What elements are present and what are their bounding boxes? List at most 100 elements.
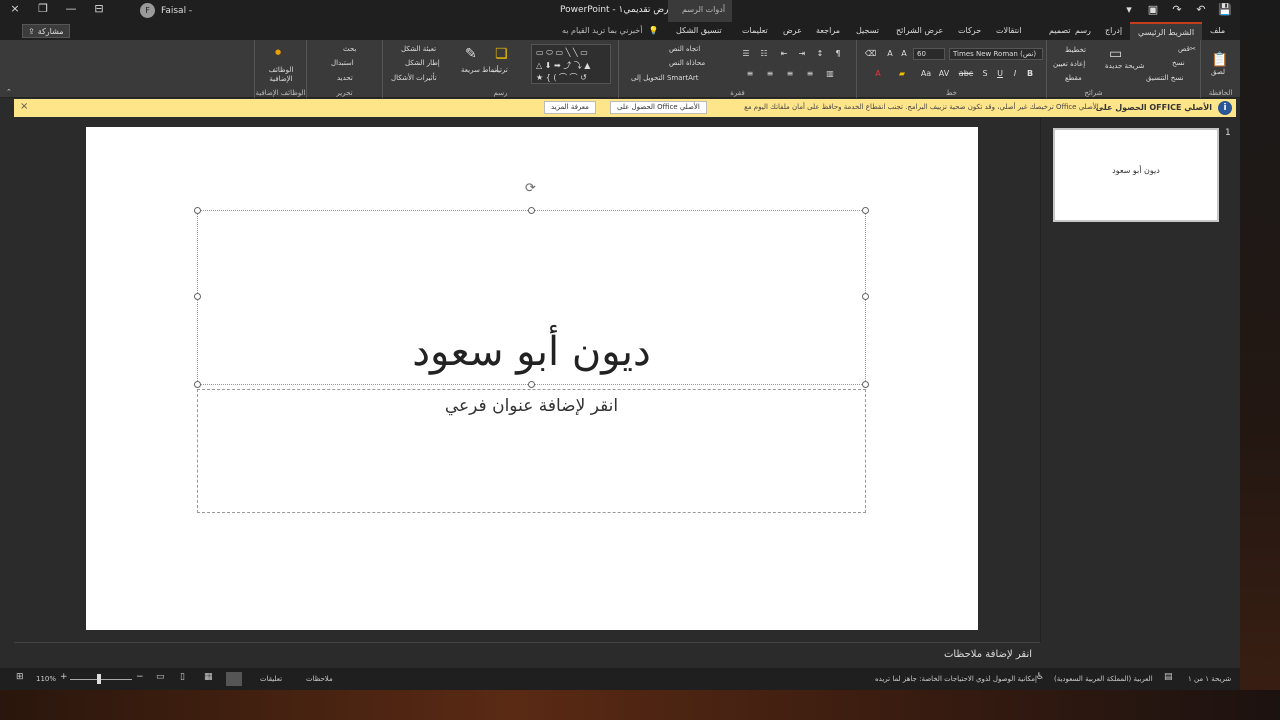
zoom-slider-thumb[interactable]	[97, 674, 101, 684]
shape-effects-button[interactable]: تأثيرات الأشكال	[391, 74, 437, 82]
get-genuine-office-button[interactable]: الحصول على Office الأصلي	[610, 101, 707, 114]
tab-draw[interactable]: رسم	[1075, 26, 1091, 35]
learn-more-button[interactable]: معرفة المزيد	[544, 101, 596, 114]
notes-toggle-button[interactable]: ملاحظات	[306, 675, 333, 683]
rotate-handle-icon[interactable]: ⟳	[525, 181, 536, 196]
select-button[interactable]: تحديد	[337, 74, 353, 82]
paste-button[interactable]: لصق	[1211, 68, 1225, 76]
highlight-color-icon[interactable]: ▰	[897, 69, 907, 79]
bullets-icon[interactable]: ☰	[741, 49, 751, 59]
new-slide-button[interactable]: شريحة جديدة	[1105, 62, 1144, 70]
ribbon-display-options-icon[interactable]: ⊟	[92, 2, 106, 15]
subtitle-placeholder[interactable]: انقر لإضافة عنوان فرعي	[197, 389, 866, 513]
numbering-icon[interactable]: ☷	[759, 49, 769, 59]
zoom-level[interactable]: 110%	[36, 675, 56, 683]
slide-thumbnail[interactable]: ديون أبو سعود	[1053, 128, 1219, 222]
grow-font-button[interactable]: A	[899, 49, 909, 59]
reset-button[interactable]: إعادة تعيين	[1053, 60, 1085, 68]
decrease-indent-icon[interactable]: ⇤	[779, 49, 789, 59]
language-indicator[interactable]: العربية (المملكة العربية السعودية)	[1054, 675, 1153, 683]
zoom-slider-track[interactable]	[70, 679, 132, 680]
user-account[interactable]: F Faisal -	[140, 3, 192, 18]
shapes-gallery[interactable]: ▭ ⬭ ▭ ╲ ╲ ▭ △ ⬇ ➡ ⤴ ⤵ ▲ ★ { ( ⌒ ⌒ ↺	[531, 44, 611, 84]
italic-button[interactable]: I	[1010, 69, 1020, 79]
resize-handle-bottom-right[interactable]	[862, 381, 869, 388]
justify-icon[interactable]: ≡	[805, 69, 815, 79]
customize-qat-icon[interactable]: ▾	[1122, 3, 1136, 16]
collapse-ribbon-icon[interactable]: ⌃	[6, 88, 12, 96]
shadow-button[interactable]: S	[980, 69, 990, 79]
find-button[interactable]: بحث	[343, 45, 356, 53]
restore-window-button[interactable]: ❐	[36, 2, 50, 15]
underline-button[interactable]: U	[995, 69, 1005, 79]
tab-shape-format[interactable]: تنسيق الشكل	[676, 26, 722, 35]
shrink-font-button[interactable]: A	[885, 49, 895, 59]
resize-handle-bottom-left[interactable]	[194, 381, 201, 388]
tab-slideshow[interactable]: عرض الشرائح	[896, 26, 943, 35]
slide-title[interactable]: ديون أبو سعود	[198, 329, 865, 375]
tab-view[interactable]: عرض	[783, 26, 802, 35]
shape-arrows-icon[interactable]: △ ⬇ ➡ ⤴ ⤵ ▲	[536, 60, 590, 71]
slideshow-view-icon[interactable]: ▭	[156, 672, 165, 682]
spelling-icon[interactable]: ▤	[1164, 672, 1173, 682]
share-button[interactable]: ⇪ مشاركة	[22, 24, 70, 38]
change-case-button[interactable]: Aa	[919, 69, 933, 79]
line-spacing-icon[interactable]: ↕	[815, 49, 825, 59]
tab-animations[interactable]: حركات	[958, 26, 981, 35]
reading-view-icon[interactable]: ▯	[180, 672, 185, 682]
addins-button[interactable]: الوظائف الإضافية	[261, 66, 301, 84]
align-center-icon[interactable]: ≡	[765, 69, 775, 79]
layout-button[interactable]: تخطيط	[1065, 46, 1086, 54]
align-left-icon[interactable]: ≡	[745, 69, 755, 79]
resize-handle-bottom-center[interactable]	[528, 381, 535, 388]
resize-handle-middle-left[interactable]	[194, 293, 201, 300]
copy-button[interactable]: نسخ	[1172, 59, 1185, 67]
cut-button[interactable]: قص	[1178, 45, 1190, 53]
resize-handle-top-right[interactable]	[862, 207, 869, 214]
tab-insert[interactable]: إدراج	[1105, 26, 1122, 35]
font-size-select[interactable]: 60	[913, 48, 945, 60]
tab-review[interactable]: مراجعة	[816, 26, 840, 35]
tab-file[interactable]: ملف	[1210, 26, 1225, 35]
columns-icon[interactable]: ▥	[825, 69, 835, 79]
tab-home[interactable]: الشريط الرئيسي	[1130, 22, 1203, 40]
comments-button[interactable]: تعليقات	[260, 675, 282, 683]
tell-me-search[interactable]: 💡 أخبرني بما تريد القيام به	[562, 26, 658, 35]
notes-pane[interactable]: انقر لإضافة ملاحظات	[14, 642, 1040, 668]
quick-styles-button[interactable]: أنماط سريعة	[461, 66, 499, 74]
format-painter-button[interactable]: نسخ التنسيق	[1146, 74, 1183, 82]
font-name-select[interactable]: Times New Roman (نص)	[949, 48, 1043, 60]
undo-icon[interactable]: ↶	[1194, 3, 1208, 16]
zoom-in-button[interactable]: +	[60, 672, 68, 682]
subtitle-text[interactable]: انقر لإضافة عنوان فرعي	[198, 396, 865, 416]
section-button[interactable]: مقطع	[1065, 74, 1082, 82]
clear-formatting-icon[interactable]: ⌫	[865, 49, 876, 59]
replace-button[interactable]: استبدال	[331, 59, 354, 67]
paste-icon[interactable]: 📋	[1211, 52, 1228, 68]
title-placeholder[interactable]: ديون أبو سعود	[197, 210, 866, 385]
normal-view-button[interactable]	[226, 672, 242, 686]
accessibility-status[interactable]: إمكانية الوصول لذوي الاحتياجات الخاصة: ج…	[875, 675, 1037, 683]
minimize-window-button[interactable]: —	[64, 2, 78, 15]
align-text-button[interactable]: محاذاة النص	[669, 59, 705, 67]
shape-rectangle-icon[interactable]: ▭ ⬭ ▭ ╲ ╲ ▭	[536, 48, 588, 58]
resize-handle-middle-right[interactable]	[862, 293, 869, 300]
slide-sorter-icon[interactable]: ▦	[204, 672, 213, 682]
zoom-out-button[interactable]: −	[136, 672, 144, 682]
convert-smartart-button[interactable]: التحويل إلى SmartArt	[631, 74, 699, 82]
increase-indent-icon[interactable]: ⇥	[797, 49, 807, 59]
strikethrough-button[interactable]: abc	[957, 69, 975, 79]
tab-transitions[interactable]: انتقالات	[996, 26, 1021, 35]
text-direction-button[interactable]: اتجاه النص	[669, 45, 700, 53]
align-right-icon[interactable]: ≡	[785, 69, 795, 79]
resize-handle-top-left[interactable]	[194, 207, 201, 214]
shape-stars-icon[interactable]: ★ { ( ⌒ ⌒ ↺	[536, 72, 587, 83]
present-icon[interactable]: ▣	[1146, 3, 1160, 16]
character-spacing-button[interactable]: AV	[937, 69, 951, 79]
redo-icon[interactable]: ↷	[1170, 3, 1184, 16]
tab-help[interactable]: تعليمات	[742, 26, 768, 35]
bold-button[interactable]: B	[1025, 69, 1035, 79]
close-window-button[interactable]: ×	[8, 2, 22, 15]
resize-handle-top-center[interactable]	[528, 207, 535, 214]
shape-fill-button[interactable]: تعبئة الشكل	[401, 45, 436, 53]
